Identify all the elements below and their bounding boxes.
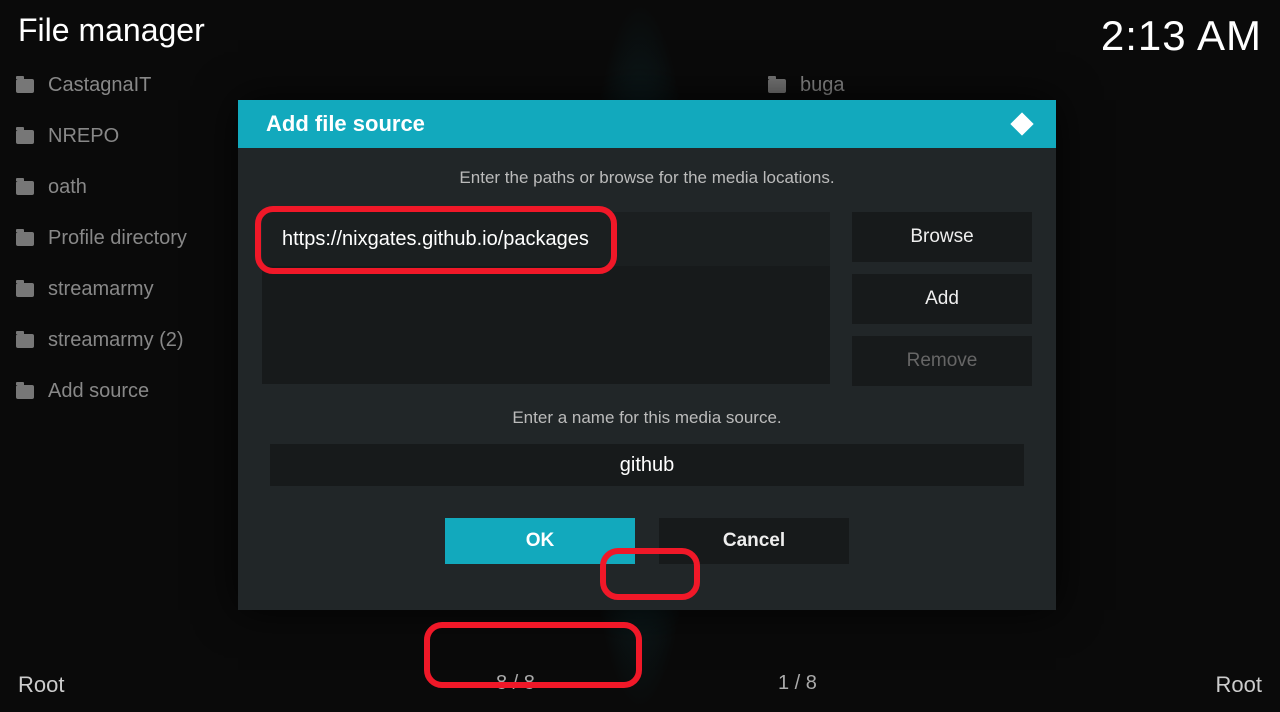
path-input[interactable]: https://nixgates.github.io/packages [262, 212, 830, 266]
add-file-source-dialog: Add file source Enter the paths or brows… [238, 100, 1056, 610]
folder-icon [16, 283, 34, 297]
folder-icon [16, 385, 34, 399]
path-list: https://nixgates.github.io/packages [262, 212, 830, 384]
footer: Root 8 / 8 1 / 8 Root [18, 672, 1262, 698]
list-item-label: NREPO [48, 125, 119, 148]
footer-count-right: 1 / 8 [778, 672, 817, 695]
folder-icon [16, 130, 34, 144]
list-item-label: CastagnaIT [48, 74, 151, 97]
page-title: File manager [18, 12, 205, 49]
add-button[interactable]: Add [852, 274, 1032, 324]
ok-button[interactable]: OK [445, 518, 635, 564]
name-input[interactable]: github [270, 444, 1024, 486]
browse-button[interactable]: Browse [852, 212, 1032, 262]
folder-icon [16, 334, 34, 348]
footer-left: Root [18, 672, 64, 698]
instruction-paths: Enter the paths or browse for the media … [262, 168, 1032, 188]
list-item-label: streamarmy [48, 278, 154, 301]
list-item-label: Add source [48, 380, 149, 403]
clock: 2:13 AM [1101, 12, 1262, 60]
folder-icon [16, 79, 34, 93]
instruction-name: Enter a name for this media source. [262, 408, 1032, 428]
list-item-label: oath [48, 176, 87, 199]
list-item-label: buga [800, 74, 845, 97]
name-value: github [620, 454, 675, 477]
folder-icon [16, 232, 34, 246]
footer-right: Root [1216, 672, 1262, 698]
header: File manager 2:13 AM [18, 12, 1262, 60]
path-row: https://nixgates.github.io/packages Brow… [262, 212, 1032, 386]
dialog-body: Enter the paths or browse for the media … [238, 148, 1056, 584]
list-item-label: Profile directory [48, 227, 187, 250]
folder-icon [16, 181, 34, 195]
folder-icon [768, 79, 786, 93]
side-buttons: Browse Add Remove [852, 212, 1032, 386]
dialog-title: Add file source [266, 111, 425, 137]
cancel-button[interactable]: Cancel [659, 518, 849, 564]
list-item-label: streamarmy (2) [48, 329, 184, 352]
dialog-header: Add file source [238, 100, 1056, 148]
path-value: https://nixgates.github.io/packages [282, 228, 589, 251]
dialog-footer: OK Cancel [262, 518, 1032, 564]
footer-count-left: 8 / 8 [496, 672, 535, 695]
kodi-logo-icon [1008, 110, 1036, 138]
remove-button[interactable]: Remove [852, 336, 1032, 386]
